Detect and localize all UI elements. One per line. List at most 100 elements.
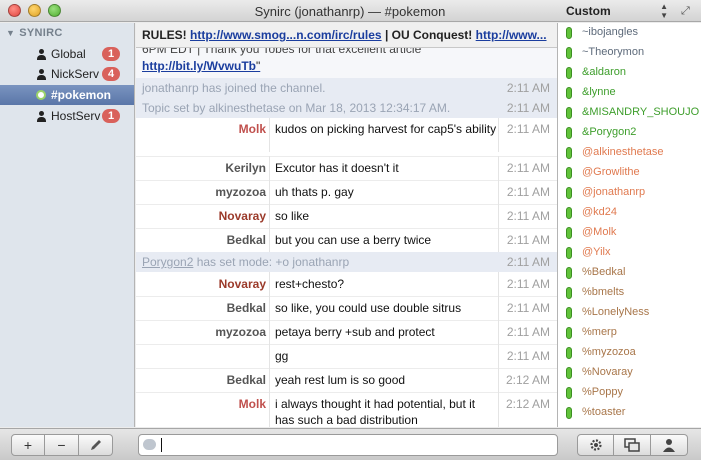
previous-message-link[interactable]: http://bit.ly/WvwuTb	[142, 59, 256, 73]
add-button[interactable]: +	[11, 434, 45, 456]
user-list-item[interactable]: %merp	[558, 323, 701, 343]
user-list-item[interactable]: ~ibojangles	[558, 23, 701, 43]
zoom-window-button[interactable]	[48, 4, 61, 17]
user-list-item[interactable]: %bmelts	[558, 283, 701, 303]
chat-message: Novaray so like 2:11 AM	[136, 204, 557, 228]
server-header[interactable]: ▼ SYNIRC	[6, 27, 63, 39]
user-list-item[interactable]: %Poppy	[558, 383, 701, 403]
sidebar-item-pokemon[interactable]: #pokemon	[0, 85, 134, 105]
event-nick-link[interactable]: Porygon2	[142, 255, 193, 269]
message-text: Excutor has it doesn't it	[275, 161, 399, 175]
unread-badge: 4	[102, 67, 120, 81]
user-status-icon	[566, 307, 572, 319]
chat-message: Kerilyn Excutor has it doesn't it 2:11 A…	[136, 156, 557, 180]
updown-chevron-icon: ▲ ▼	[660, 2, 668, 20]
remove-button[interactable]: −	[45, 434, 79, 456]
server-sidebar: ▼ SYNIRC Global 1 NickServ 4 #pokemon Hos…	[0, 23, 135, 427]
minimize-window-button[interactable]	[28, 4, 41, 17]
chat-message: Bedkal yeah rest lum is so good 2:12 AM	[136, 368, 557, 392]
message-text: so like, you could use double sitrus	[275, 301, 462, 315]
gear-icon	[589, 439, 602, 451]
message-nick[interactable]: myzozoa	[215, 185, 266, 199]
timestamp: 2:11 AM	[506, 81, 550, 95]
user-status-icon	[566, 107, 572, 119]
sidebar-item-label: #pokemon	[51, 88, 112, 102]
user-list-item[interactable]: %zeb	[558, 423, 701, 427]
topic-ou-label: OU Conquest!	[391, 28, 473, 42]
user-list-item[interactable]: @alkinesthetase	[558, 143, 701, 163]
user-status-icon	[566, 67, 572, 79]
user-list-item[interactable]: @kd24	[558, 203, 701, 223]
sidebar-item-nickserv[interactable]: NickServ 4	[0, 64, 134, 84]
user-list-item[interactable]: @Growlithe	[558, 163, 701, 183]
user-list-item[interactable]: &aldaron	[558, 63, 701, 83]
join-event: jonathanrp has joined the channel. 2:11 …	[136, 78, 557, 98]
user-name: @jonathanrp	[582, 186, 646, 198]
message-nick[interactable]: Molk	[239, 122, 266, 136]
user-list-item[interactable]: %Novaray	[558, 363, 701, 383]
topic-prefix: RULES!	[142, 28, 187, 42]
chat-message: myzozoa uh thats p. gay 2:11 AM	[136, 180, 557, 204]
edit-button[interactable]	[79, 434, 113, 456]
user-name: &aldaron	[582, 66, 627, 78]
user-name: @Growlithe	[582, 166, 640, 178]
user-list-item[interactable]: %Bedkal	[558, 263, 701, 283]
previous-message: 6PM EDT | Thank you Tobes for that excel…	[136, 48, 557, 78]
windows-button[interactable]	[614, 434, 651, 456]
close-window-button[interactable]	[8, 4, 21, 17]
window-title: Synirc (jonathanrp) — #pokemon	[254, 4, 446, 19]
message-nick[interactable]: Bedkal	[227, 301, 266, 315]
channel-status-icon	[36, 90, 46, 100]
previous-message-text: 6PM EDT | Thank you Tobes for that excel…	[142, 48, 422, 56]
user-name: %LonelyNess	[582, 306, 650, 318]
fullscreen-icon[interactable]: ⤢	[681, 4, 695, 18]
user-status-icon	[566, 47, 572, 59]
timestamp: 2:11 AM	[506, 101, 550, 115]
message-nick[interactable]: myzozoa	[215, 325, 266, 339]
user-name: %toaster	[582, 406, 626, 418]
user-name: ~Theorymon	[582, 46, 645, 58]
user-name: %Novaray	[582, 366, 633, 378]
user-list-item[interactable]: &MISANDRY_SHOUJO	[558, 103, 701, 123]
user-list-item[interactable]: %toaster	[558, 403, 701, 423]
message-text: yeah rest lum is so good	[275, 373, 406, 387]
message-nick[interactable]: Bedkal	[227, 373, 266, 387]
user-name: @kd24	[582, 206, 618, 218]
user-list-item[interactable]: @jonathanrp	[558, 183, 701, 203]
user-list-item[interactable]: ~Theorymon	[558, 43, 701, 63]
user-name: %Bedkal	[582, 266, 626, 278]
user-list-item[interactable]: &lynne	[558, 83, 701, 103]
mode-event: Porygon2 has set mode: +o jonathanrp 2:1…	[136, 252, 557, 272]
windows-icon	[624, 438, 640, 452]
text-caret	[161, 438, 162, 452]
message-input-field[interactable]	[138, 434, 558, 456]
channel-topic: RULES! http://www.smog...n.com/irc/rules…	[136, 23, 557, 48]
user-list[interactable]: ~ibojangles ~Theorymon &aldaron &lynne &MISA…	[557, 23, 701, 427]
user-list-item[interactable]: @Yilx	[558, 243, 701, 263]
user-list-item[interactable]: &Porygon2	[558, 123, 701, 143]
rules-link[interactable]: http://www.smog...n.com/irc/rules	[190, 28, 382, 42]
sidebar-item-hostserv[interactable]: HostServ 1	[0, 106, 134, 126]
timestamp: 2:11 AM	[506, 277, 550, 291]
user-status-icon	[566, 87, 572, 99]
chat-log[interactable]: RULES! http://www.smog...n.com/irc/rules…	[136, 23, 557, 427]
user-list-item[interactable]: %myzozoa	[558, 343, 701, 363]
message-nick[interactable]: Novaray	[219, 209, 266, 223]
sidebar-item-global[interactable]: Global 1	[0, 44, 134, 64]
message-text: i always thought it had potential, but i…	[275, 397, 476, 427]
message-nick[interactable]: Novaray	[219, 277, 266, 291]
message-nick[interactable]: Bedkal	[227, 233, 266, 247]
message-nick[interactable]: Kerilyn	[225, 161, 266, 175]
user-name: @Yilx	[582, 246, 611, 258]
topic-event: Topic set by alkinesthetase on Mar 18, 2…	[136, 98, 557, 118]
message-input[interactable]	[161, 437, 551, 453]
user-list-item[interactable]: %LonelyNess	[558, 303, 701, 323]
ou-link[interactable]: http://www...	[476, 28, 547, 42]
view-mode-select[interactable]: Custom ▲ ▼	[560, 2, 672, 20]
timestamp: 2:11 AM	[506, 255, 550, 269]
message-nick[interactable]: Molk	[239, 397, 266, 411]
user-name: &MISANDRY_SHOUJO	[582, 106, 700, 118]
user-info-button[interactable]	[651, 434, 688, 456]
user-list-item[interactable]: @Molk	[558, 223, 701, 243]
settings-button[interactable]	[577, 434, 614, 456]
